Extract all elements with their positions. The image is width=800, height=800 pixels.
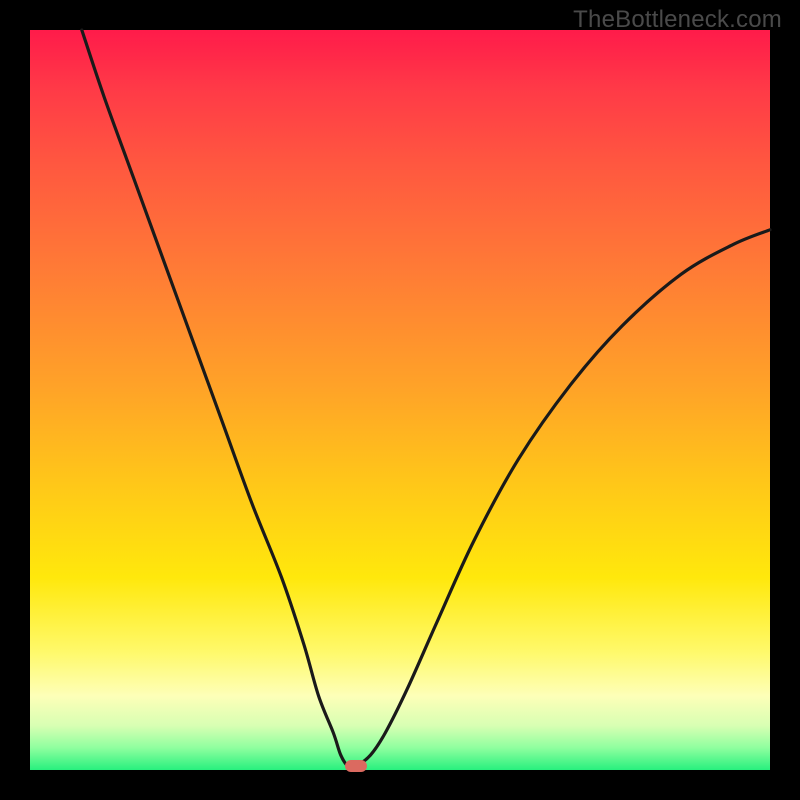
bottleneck-curve-path	[82, 30, 770, 768]
curve-svg	[30, 30, 770, 770]
min-marker	[345, 760, 367, 772]
plot-area	[30, 30, 770, 770]
chart-frame: TheBottleneck.com	[0, 0, 800, 800]
